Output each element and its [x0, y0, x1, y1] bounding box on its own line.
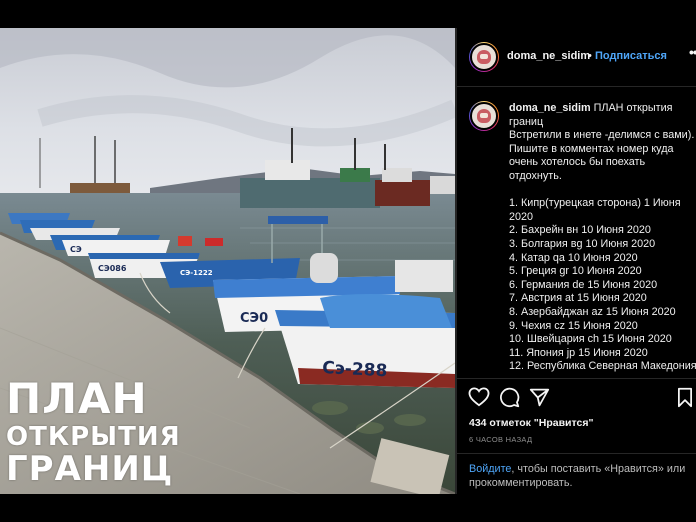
caption-line: очень хотелось бы поехать [509, 156, 646, 169]
caption-line: 6. Германия de 15 Июня 2020 [509, 278, 658, 291]
more-icon[interactable]: ••• [689, 44, 696, 60]
separator-dot: • [588, 50, 592, 62]
avatar[interactable] [469, 101, 499, 131]
caption-blank [509, 184, 693, 198]
post-photo[interactable]: СЭ СЭ086 СЭ-1222 СЭ0 Сэ-288 ПЛАН ОТКРЫТИ… [0, 28, 455, 494]
caption-line: 9. Чехия cz 15 Июня 2020 [509, 319, 638, 332]
caption-line: 2. Бахрейн вн 10 Июня 2020 [509, 224, 651, 237]
caption-line: 1. Кипр(турецкая сторона) 1 Июня [509, 197, 681, 210]
caption-line: 11. Япония jp 15 Июня 2020 [509, 346, 648, 359]
post-header: doma_ne_sidim • Подписаться ••• [457, 28, 696, 87]
overlay-line-3: ГРАНИЦ [6, 449, 174, 489]
caption-line: 12. Республика Северная Македония [509, 360, 696, 373]
caption-line: 5. Греция gr 10 Июня 2020 [509, 265, 642, 278]
post-caption: doma_ne_sidim ПЛАН открытия границ Встре… [457, 87, 696, 377]
caption-line: 2020 [509, 210, 534, 223]
boat-number: СЭ086 [98, 264, 127, 273]
caption-line: ПЛАН открытия [593, 102, 673, 114]
share-icon[interactable] [529, 387, 550, 413]
caption-text: doma_ne_sidim ПЛАН открытия границ Встре… [509, 102, 696, 374]
follow-button[interactable]: Подписаться [595, 50, 667, 62]
overlay-line-1: ПЛАН [6, 374, 148, 423]
photo-overlay-title: ПЛАН ОТКРЫТИЯ ГРАНИЦ [6, 374, 181, 489]
username-link[interactable]: doma_ne_sidim [507, 50, 590, 62]
login-link[interactable]: Войдите [469, 463, 511, 475]
caption-line: границ [509, 115, 544, 128]
caption-line: отдохнуть. [509, 169, 562, 182]
overlay-line-2: ОТКРЫТИЯ [6, 422, 181, 452]
svg-text:СЭ: СЭ [70, 245, 82, 254]
post-side-panel: doma_ne_sidim • Подписаться ••• doma_ne_… [457, 28, 696, 494]
post-actions: 434 отметок "Нравится" 6 ЧАСОВ НАЗАД Вой… [457, 378, 696, 495]
login-prompt: Войдите, чтобы поставить «Нравится» или … [457, 453, 696, 490]
likes-count[interactable]: 434 отметок "Нравится" [469, 417, 593, 429]
bookmark-icon[interactable] [676, 387, 694, 413]
avatar[interactable] [469, 42, 499, 72]
caption-username[interactable]: doma_ne_sidim [509, 102, 591, 114]
caption-line: 4. Катар qa 10 Июня 2020 [509, 251, 638, 264]
caption-line: Пишите в комментах номер куда [509, 142, 674, 155]
boat-number: СЭ-1222 [180, 269, 213, 277]
caption-line: 10. Швейцария ch 15 Июня 2020 [509, 333, 672, 346]
post-time[interactable]: 6 ЧАСОВ НАЗАД [469, 435, 532, 444]
heart-icon[interactable] [468, 387, 490, 412]
caption-line: 7. Австрия at 15 Июня 2020 [509, 292, 647, 305]
caption-line: 3. Болгария вg 10 Июня 2020 [509, 237, 656, 250]
caption-line: 8. Азербайджан az 15 Июня 2020 [509, 305, 676, 318]
comment-icon[interactable] [499, 387, 520, 413]
boat-number: Сэ-288 [322, 358, 388, 381]
boat-number: СЭ0 [240, 311, 268, 326]
caption-line: Встретили в инете -делимся с вами). [509, 129, 695, 142]
